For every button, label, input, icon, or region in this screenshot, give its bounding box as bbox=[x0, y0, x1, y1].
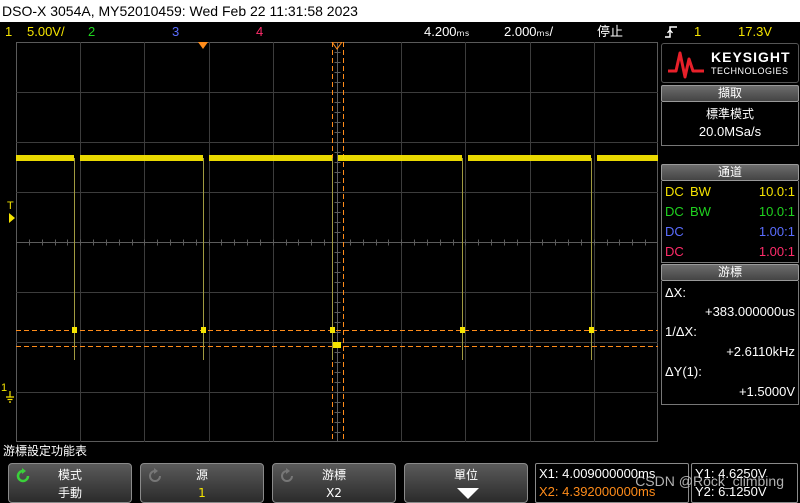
ch1-high-segment bbox=[16, 155, 74, 161]
time-reference[interactable]: 4.200ₘₛ bbox=[424, 22, 469, 42]
trigger-rising-edge-icon bbox=[664, 24, 678, 40]
csdn-watermark: CSDN @Rock_climbing bbox=[635, 473, 784, 489]
keysight-wave-icon bbox=[668, 51, 704, 79]
ch1-low-pulse bbox=[72, 327, 77, 333]
ch3-number[interactable]: 3 bbox=[172, 22, 179, 42]
channels-box: DC BW 10.0:1 DC BW 10.0:1 DC 1.00:1 DC 1.00:1 bbox=[661, 181, 799, 263]
ch1-high-segment bbox=[338, 155, 462, 161]
waveform-display[interactable] bbox=[16, 42, 658, 442]
cursors-box: ΔX: +383.000000us 1/ΔX: +2.6110kHz ΔY(1)… bbox=[661, 281, 799, 405]
waveform-graticule bbox=[16, 42, 658, 442]
ch1-low-pulse bbox=[460, 327, 465, 333]
channel-row-4[interactable]: DC 1.00:1 bbox=[665, 242, 795, 262]
cursors-softkey[interactable]: 游標 X2 bbox=[272, 463, 396, 503]
ch1-low-pulse bbox=[330, 327, 335, 333]
inverse-delta-x-label: 1/ΔX: bbox=[665, 324, 697, 339]
ch1-high-segment bbox=[209, 155, 332, 161]
source-softkey[interactable]: 源 1 bbox=[140, 463, 264, 503]
window-title: DSO-X 3054A, MY52010459: Wed Feb 22 11:3… bbox=[0, 0, 800, 22]
delta-y-value: +1.5000V bbox=[738, 384, 795, 399]
logo-line1: KEYSIGHT bbox=[711, 49, 791, 65]
marker-gutter: T 1 bbox=[0, 42, 16, 442]
keysight-logo: KEYSIGHT TECHNOLOGIES bbox=[661, 43, 799, 83]
delta-y-label: ΔY(1): bbox=[665, 364, 702, 379]
status-bar: 1 5.00V/ 2 3 4 4.200ₘₛ 2.000ₘₛ/ 停止 1 17.… bbox=[0, 22, 800, 42]
ch1-high-segment bbox=[597, 155, 658, 161]
ch1-high-segment bbox=[80, 155, 203, 161]
right-info-panel: KEYSIGHT TECHNOLOGIES 擷取 標準模式 20.0MSa/s … bbox=[660, 42, 800, 442]
trigger-level-arrow-icon bbox=[9, 213, 15, 223]
graticule-grid bbox=[16, 42, 658, 442]
sample-rate: 20.0MSa/s bbox=[698, 124, 762, 139]
logo-line2: TECHNOLOGIES bbox=[711, 66, 789, 76]
ch1-cursor-intersection bbox=[333, 342, 341, 348]
acquisition-mode: 標準模式 bbox=[705, 107, 754, 121]
down-arrow-icon bbox=[457, 488, 479, 499]
time-scale[interactable]: 2.000ₘₛ/ bbox=[504, 22, 553, 42]
ch1-scale[interactable]: 5.00V/ bbox=[27, 22, 65, 42]
mode-softkey[interactable]: 模式 手動 bbox=[8, 463, 132, 503]
ch1-low-pulse bbox=[589, 327, 594, 333]
delta-x-value: +383.000000us bbox=[704, 304, 795, 319]
trigger-source[interactable]: 1 bbox=[694, 22, 701, 42]
ch4-number[interactable]: 4 bbox=[256, 22, 263, 42]
cursors-header[interactable]: 游標 bbox=[661, 264, 799, 281]
ch1-number[interactable]: 1 bbox=[5, 22, 12, 42]
ch1-high-segment bbox=[468, 155, 591, 161]
units-softkey[interactable]: 單位 bbox=[404, 463, 528, 503]
run-state[interactable]: 停止 bbox=[597, 22, 623, 42]
softkey-menu-title: 游標設定功能表 bbox=[0, 442, 800, 460]
channel-row-3[interactable]: DC 1.00:1 bbox=[665, 222, 795, 242]
delta-x-label: ΔX: bbox=[665, 285, 686, 300]
channels-header[interactable]: 通道 bbox=[661, 164, 799, 181]
time-reference-marker-icon bbox=[198, 42, 208, 49]
acquisition-header[interactable]: 擷取 bbox=[661, 85, 799, 102]
inverse-delta-x-value: +2.6110kHz bbox=[726, 344, 795, 359]
trigger-level[interactable]: 17.3V bbox=[738, 22, 772, 42]
trigger-level-marker[interactable]: T bbox=[7, 200, 14, 212]
acquisition-box: 標準模式 20.0MSa/s bbox=[661, 102, 799, 146]
channel-row-1[interactable]: DC BW 10.0:1 bbox=[665, 182, 795, 202]
ch2-number[interactable]: 2 bbox=[88, 22, 95, 42]
ground-icon bbox=[6, 388, 14, 403]
ch1-low-pulse bbox=[201, 327, 206, 333]
channel-row-2[interactable]: DC BW 10.0:1 bbox=[665, 202, 795, 222]
